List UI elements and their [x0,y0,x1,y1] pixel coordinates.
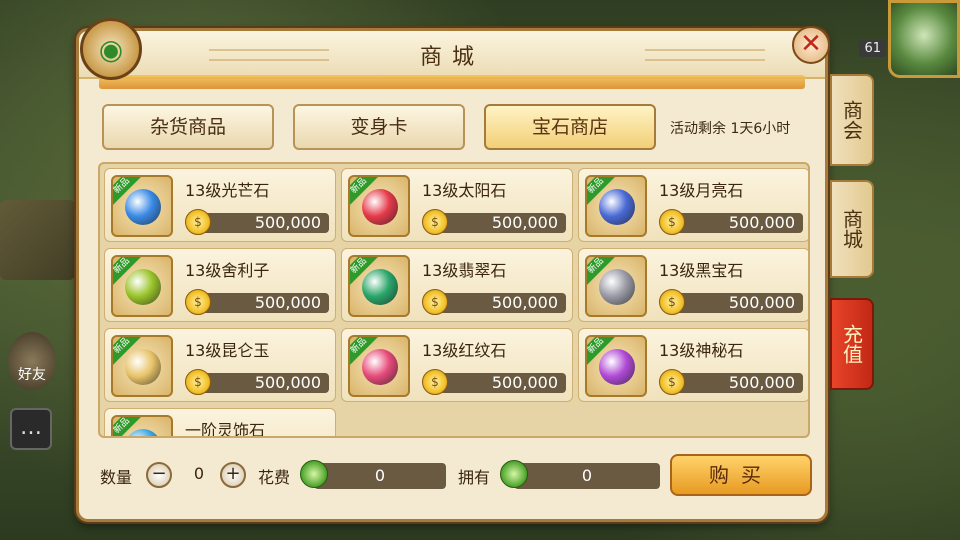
cost-field: 0 [314,463,446,489]
item-price: 500,000 [254,213,321,232]
price-bar: 500,000 [675,213,803,233]
tab-groceries[interactable]: 杂货商品 [102,104,274,150]
item-card[interactable]: 新品 13级月亮石 $ 500,000 [578,168,808,242]
item-icon-frame: 新品 [348,335,410,397]
gold-coin-icon: $ [185,289,211,315]
item-price: 500,000 [491,213,558,232]
item-icon-frame: 新品 [111,415,173,436]
price-bar: 500,000 [438,373,566,393]
jade-currency-icon [500,460,528,488]
quantity-minus-button[interactable]: − [146,462,172,488]
item-card[interactable]: 新品 13级神秘石 $ 500,000 [578,328,808,402]
cost-value: 0 [374,466,386,485]
price-bar: 500,000 [201,373,329,393]
item-icon-frame: 新品 [348,175,410,237]
item-card[interactable]: 新品 13级太阳石 $ 500,000 [341,168,573,242]
item-price: 500,000 [254,373,321,392]
red-pattern-stone-icon [362,349,398,385]
jade-stone-icon [362,269,398,305]
item-price: 500,000 [728,213,795,232]
player-level: 61 [859,40,886,57]
price-bar: 500,000 [438,293,566,313]
quantity-label: 数量 [100,468,133,487]
item-grid[interactable]: 新品 13级光芒石 $ 500,000 新品 13级太阳石 $ 500,000 … [98,162,810,438]
friend-button[interactable]: 好友 [8,332,56,390]
price-bar: 500,000 [675,293,803,313]
item-price: 500,000 [491,293,558,312]
item-card[interactable]: 新品 13级黑宝石 $ 500,000 [578,248,808,322]
moon-stone-icon [599,189,635,225]
shop-emblem-icon: ◉ [80,18,142,80]
close-button[interactable]: ✕ [792,26,830,64]
cost-label: 花费 [258,468,291,487]
tab-gem-shop[interactable]: 宝石商店 [484,104,656,150]
item-card[interactable]: 新品 13级舍利子 $ 500,000 [104,248,336,322]
gold-coin-icon: $ [659,369,685,395]
side-tab-mall[interactable]: 商城 [830,180,874,278]
panel-title: 商城 [419,45,484,70]
side-tab-recharge[interactable]: 充值 [830,298,874,390]
tab-transform-card[interactable]: 变身卡 [293,104,465,150]
owned-value: 0 [581,466,593,485]
item-name: 13级月亮石 [659,181,744,200]
jade-currency-icon [300,460,328,488]
item-icon-frame: 新品 [585,255,647,317]
owned-label: 拥有 [458,468,491,487]
spirit-ornament-stone-icon [125,429,161,436]
blue-crystal-icon [125,189,161,225]
item-name: 13级红纹石 [422,341,507,360]
side-tab-guild-shop[interactable]: 商会 [830,74,874,166]
item-card[interactable]: 新品 13级光芒石 $ 500,000 [104,168,336,242]
item-icon-frame: 新品 [111,335,173,397]
chat-icon[interactable]: … [10,408,52,450]
item-icon-frame: 新品 [348,255,410,317]
item-name: 13级翡翠石 [422,261,507,280]
item-card[interactable]: 新品 一阶灵饰石 [104,408,336,438]
price-bar: 500,000 [675,373,803,393]
item-price: 500,000 [728,373,795,392]
gold-coin-icon: $ [659,289,685,315]
item-card[interactable]: 新品 13级红纹石 $ 500,000 [341,328,573,402]
activity-remaining: 活动剩余 1天6小时 [670,121,791,137]
item-icon-frame: 新品 [585,175,647,237]
gold-coin-icon: $ [185,369,211,395]
kunlun-jade-icon [125,349,161,385]
item-name: 13级昆仑玉 [185,341,270,360]
item-name: 13级神秘石 [659,341,744,360]
item-name: 13级光芒石 [185,181,270,200]
item-card[interactable]: 新品 13级昆仑玉 $ 500,000 [104,328,336,402]
item-name: 13级舍利子 [185,261,270,280]
player-avatar[interactable] [888,0,960,78]
sarira-icon [125,269,161,305]
background-building [0,200,75,280]
owned-field: 0 [514,463,660,489]
gold-coin-icon: $ [422,369,448,395]
gold-coin-icon: $ [185,209,211,235]
black-gem-icon [599,269,635,305]
gold-coin-icon: $ [659,209,685,235]
item-icon-frame: 新品 [585,335,647,397]
quantity-value[interactable]: 0 [174,464,224,483]
panel-header: 商城 [79,31,825,79]
friend-label: 好友 [18,367,46,383]
header-ribbon [99,75,805,89]
buy-button[interactable]: 购买 [670,454,812,496]
item-card[interactable]: 新品 13级翡翠石 $ 500,000 [341,248,573,322]
gold-coin-icon: $ [422,209,448,235]
quantity-plus-button[interactable]: + [220,462,246,488]
item-name: 13级黑宝石 [659,261,744,280]
item-price: 500,000 [491,373,558,392]
mystery-stone-icon [599,349,635,385]
price-bar: 500,000 [201,213,329,233]
item-icon-frame: 新品 [111,175,173,237]
item-price: 500,000 [728,293,795,312]
price-bar: 500,000 [201,293,329,313]
item-name: 一阶灵饰石 [185,421,266,438]
gold-coin-icon: $ [422,289,448,315]
item-name: 13级太阳石 [422,181,507,200]
item-icon-frame: 新品 [111,255,173,317]
sun-stone-icon [362,189,398,225]
price-bar: 500,000 [438,213,566,233]
item-price: 500,000 [254,293,321,312]
